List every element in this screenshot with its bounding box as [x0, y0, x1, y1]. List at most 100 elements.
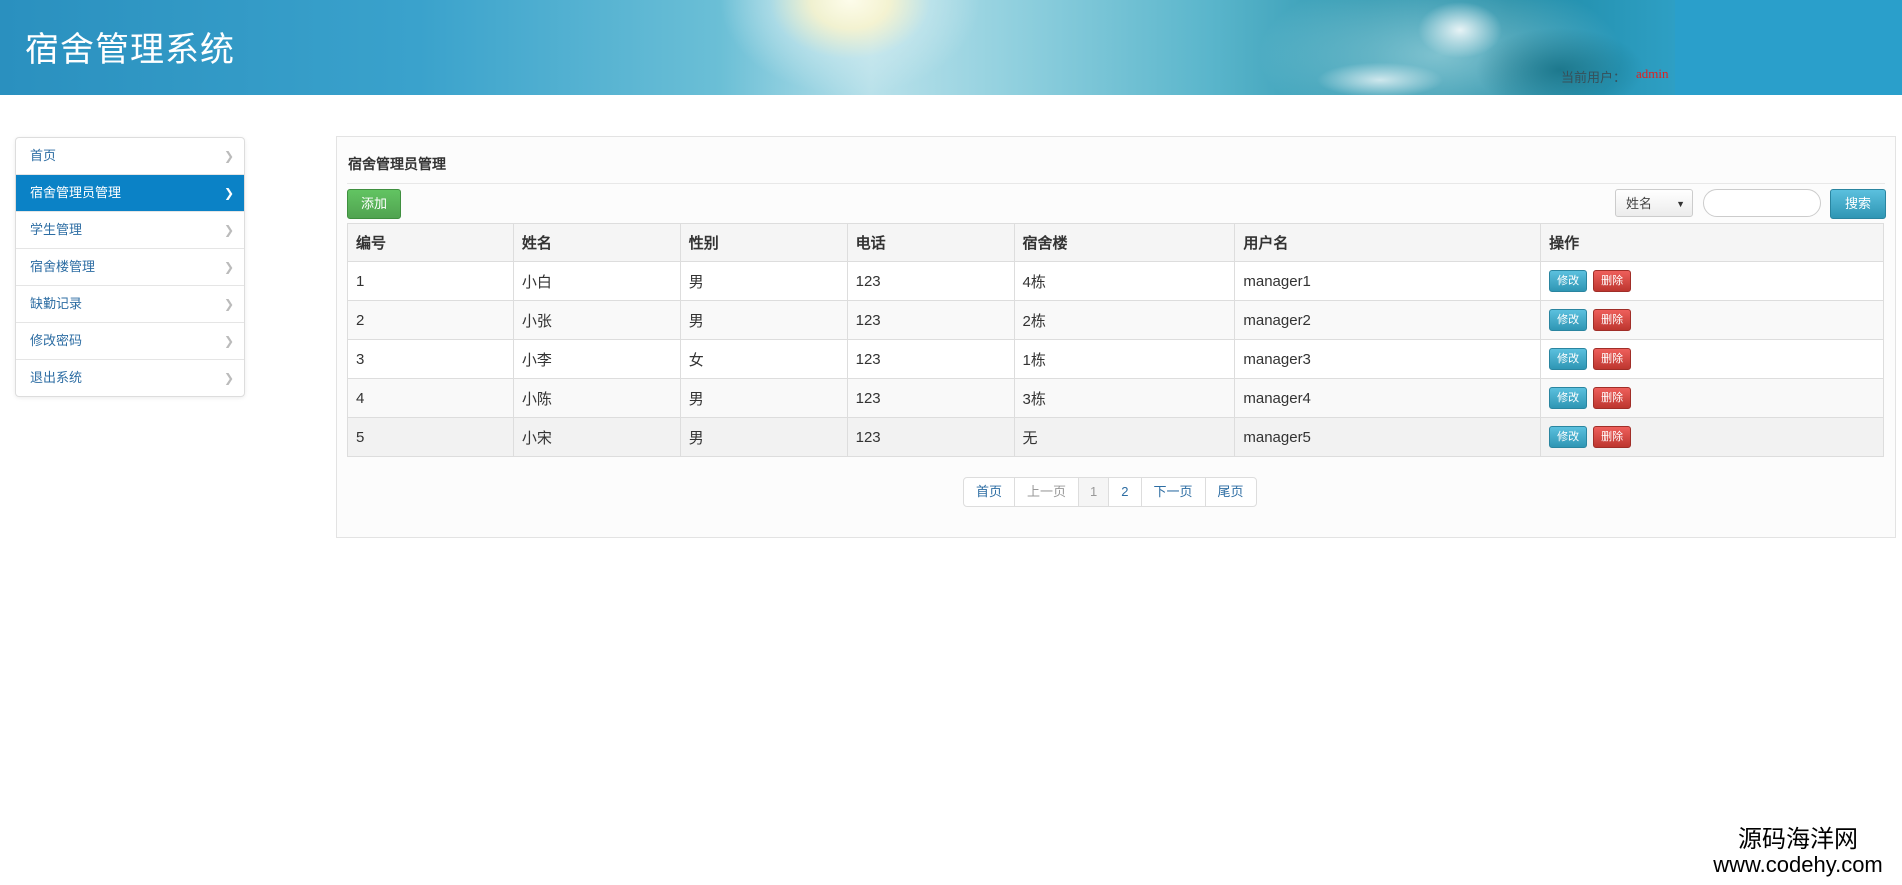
search-field-select[interactable]: 姓名 ▼	[1615, 189, 1693, 217]
pagination-first[interactable]: 首页	[964, 478, 1014, 506]
cell-name: 小宋	[512, 417, 681, 457]
sidebar-nav: 首页 ❯ 宿舍管理员管理 ❯ 学生管理 ❯ 宿舍楼管理 ❯ 缺勤记录 ❯ 修改密…	[15, 137, 245, 397]
cell-actions: 修改 删除	[1540, 417, 1884, 457]
current-user-name: admin	[1636, 66, 1669, 81]
search-input[interactable]	[1703, 189, 1821, 217]
cell-actions: 修改 删除	[1540, 378, 1884, 418]
column-header-id: 编号	[347, 223, 514, 262]
delete-button[interactable]: 删除	[1593, 348, 1632, 370]
cell-building: 2栋	[1013, 300, 1236, 340]
cell-id: 1	[347, 261, 514, 301]
pagination: 首页 上一页 1 2 下一页 尾页	[963, 477, 1257, 507]
cell-id: 3	[347, 339, 514, 379]
cell-actions: 修改 删除	[1540, 261, 1884, 301]
edit-button[interactable]: 修改	[1549, 309, 1588, 331]
cell-name: 小李	[512, 339, 681, 379]
cell-name: 小张	[512, 300, 681, 340]
column-header-phone: 电话	[846, 223, 1015, 262]
cell-id: 5	[347, 417, 514, 457]
sidebar-item-students[interactable]: 学生管理 ❯	[16, 211, 244, 248]
cell-building: 1栋	[1013, 339, 1236, 379]
edit-button[interactable]: 修改	[1549, 426, 1588, 448]
column-header-name: 姓名	[512, 223, 681, 262]
cell-name: 小陈	[512, 378, 681, 418]
main-panel: 宿舍管理员管理 添加 姓名 ▼ 搜索 编号 姓名 性别 电话 宿舍楼 用户名 操…	[336, 136, 1896, 538]
pagination-prev[interactable]: 上一页	[1014, 478, 1078, 506]
search-field-value: 姓名	[1626, 196, 1653, 211]
cell-username: manager5	[1234, 417, 1542, 457]
table-row: 1 小白 男 123 4栋 manager1 修改 删除	[347, 261, 1884, 301]
pagination-page-1[interactable]: 1	[1078, 478, 1109, 506]
pagination-page-2[interactable]: 2	[1108, 478, 1140, 506]
cell-building: 4栋	[1013, 261, 1236, 301]
cell-username: manager4	[1234, 378, 1542, 418]
sidebar-item-label: 修改密码	[30, 333, 83, 348]
sidebar-item-label: 宿舍管理员管理	[30, 185, 122, 200]
edit-button[interactable]: 修改	[1549, 387, 1588, 409]
chevron-right-icon: ❯	[223, 149, 234, 163]
cell-phone: 123	[846, 378, 1015, 418]
manager-table: 编号 姓名 性别 电话 宿舍楼 用户名 操作 1 小白 男 123 4栋 man…	[347, 223, 1884, 457]
sidebar-item-label: 缺勤记录	[30, 296, 83, 311]
cell-username: manager3	[1234, 339, 1542, 379]
sidebar-item-absence-records[interactable]: 缺勤记录 ❯	[16, 285, 244, 322]
table-row: 2 小张 男 123 2栋 manager2 修改 删除	[347, 300, 1884, 340]
divider	[347, 183, 1885, 184]
cell-phone: 123	[846, 300, 1015, 340]
delete-button[interactable]: 删除	[1593, 426, 1632, 448]
cell-id: 4	[347, 378, 514, 418]
chevron-right-icon: ❯	[223, 334, 234, 348]
edit-button[interactable]: 修改	[1549, 270, 1588, 292]
sidebar-item-label: 退出系统	[30, 370, 83, 385]
header-banner-image	[0, 0, 1680, 95]
cell-gender: 男	[679, 300, 848, 340]
cell-username: manager1	[1234, 261, 1542, 301]
current-user-label: 当前用户：	[1561, 70, 1627, 85]
chevron-right-icon: ❯	[223, 223, 234, 237]
cell-gender: 男	[679, 378, 848, 418]
sidebar-item-label: 首页	[30, 148, 57, 163]
cell-username: manager2	[1234, 300, 1542, 340]
pagination-next[interactable]: 下一页	[1140, 478, 1205, 506]
cell-actions: 修改 删除	[1540, 300, 1884, 340]
chevron-right-icon: ❯	[223, 371, 234, 385]
watermark: 源码海洋网 www.codehy.com	[1698, 827, 1898, 877]
chevron-right-icon: ❯	[223, 186, 234, 200]
table-row: 5 小宋 男 123 无 manager5 修改 删除	[347, 417, 1884, 457]
column-header-actions: 操作	[1540, 223, 1884, 262]
header-right-fill	[1675, 0, 1902, 95]
watermark-cn: 源码海洋网	[1738, 826, 1858, 853]
cell-building: 3栋	[1013, 378, 1236, 418]
sidebar-item-label: 学生管理	[30, 222, 83, 237]
cell-phone: 123	[846, 261, 1015, 301]
cell-name: 小白	[512, 261, 681, 301]
search-button[interactable]: 搜索	[1830, 189, 1886, 219]
add-button[interactable]: 添加	[347, 189, 401, 219]
app-header: 宿舍管理系统 当前用户： admin	[0, 0, 1902, 95]
cell-id: 2	[347, 300, 514, 340]
sidebar-item-dorm-manager[interactable]: 宿舍管理员管理 ❯	[16, 174, 244, 211]
cell-phone: 123	[846, 417, 1015, 457]
table-row: 3 小李 女 123 1栋 manager3 修改 删除	[347, 339, 1884, 379]
sidebar-item-label: 宿舍楼管理	[30, 259, 96, 274]
edit-button[interactable]: 修改	[1549, 348, 1588, 370]
sidebar-item-dorm-buildings[interactable]: 宿舍楼管理 ❯	[16, 248, 244, 285]
cell-phone: 123	[846, 339, 1015, 379]
chevron-right-icon: ❯	[223, 260, 234, 274]
watermark-url: www.codehy.com	[1713, 852, 1883, 877]
cell-building: 无	[1013, 417, 1236, 457]
table-header-row: 编号 姓名 性别 电话 宿舍楼 用户名 操作	[347, 223, 1884, 262]
caret-down-icon: ▼	[1676, 199, 1685, 209]
page-title: 宿舍管理员管理	[348, 156, 446, 172]
sidebar-item-logout[interactable]: 退出系统 ❯	[16, 359, 244, 396]
delete-button[interactable]: 删除	[1593, 309, 1632, 331]
sidebar-item-change-password[interactable]: 修改密码 ❯	[16, 322, 244, 359]
delete-button[interactable]: 删除	[1593, 387, 1632, 409]
sidebar-item-home[interactable]: 首页 ❯	[16, 138, 244, 174]
delete-button[interactable]: 删除	[1593, 270, 1632, 292]
cell-actions: 修改 删除	[1540, 339, 1884, 379]
cell-gender: 男	[679, 261, 848, 301]
column-header-building: 宿舍楼	[1013, 223, 1236, 262]
chevron-right-icon: ❯	[223, 297, 234, 311]
pagination-last[interactable]: 尾页	[1204, 478, 1256, 506]
